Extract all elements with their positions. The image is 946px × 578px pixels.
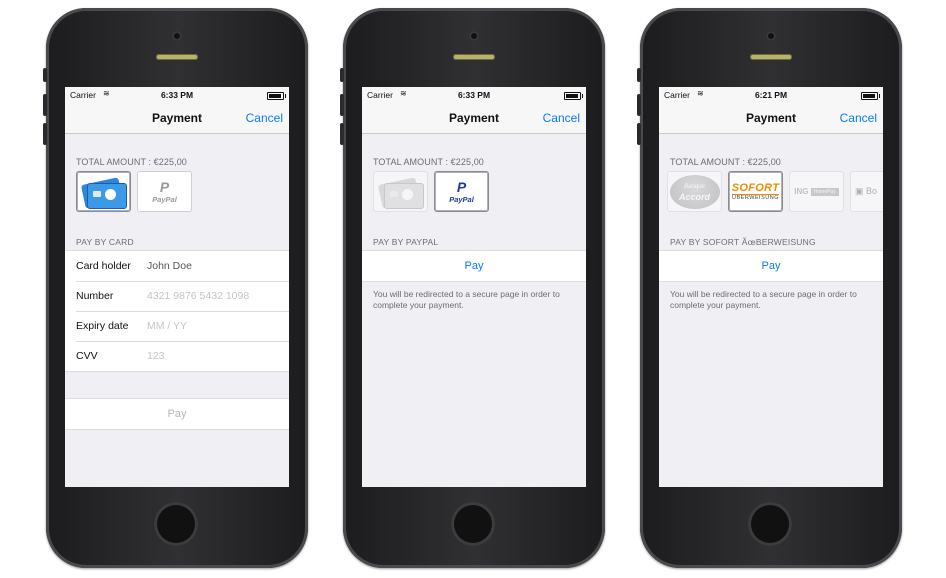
mute-switch — [340, 68, 344, 82]
method-credit-card[interactable] — [373, 171, 428, 212]
camera-icon — [172, 31, 182, 41]
volume-down-button — [340, 123, 344, 145]
field-label: Expiry date — [76, 320, 129, 332]
status-bar: Carrier ≋ 6:33 PM — [362, 87, 586, 103]
expiry-date-field[interactable]: Expiry date MM / YY — [65, 311, 289, 341]
other-bank-logo: ▣ Bo — [855, 186, 878, 196]
status-bar: Carrier ≋ 6:21 PM — [659, 87, 883, 103]
speaker-grille — [750, 54, 792, 60]
navigation-bar: Payment Cancel — [65, 103, 289, 134]
section-label: PAY BY PAYPAL — [373, 237, 439, 247]
card-form: Card holder John Doe Number 4321 9876 54… — [65, 250, 289, 372]
method-other[interactable]: ▣ Bo — [850, 171, 883, 212]
sofort-logo: SOFORT ÜBERWEISUNG — [731, 182, 780, 201]
paypal-logo: P PayPal — [152, 178, 177, 204]
expiry-date-placeholder[interactable]: MM / YY — [147, 320, 187, 332]
credit-card-icon — [377, 176, 424, 209]
method-sofort[interactable]: SOFORT ÜBERWEISUNG — [728, 171, 783, 212]
payment-method-picker: P PayPal — [76, 171, 192, 213]
total-amount: TOTAL AMOUNT : €225,00 — [76, 157, 187, 167]
home-button[interactable] — [154, 502, 198, 546]
credit-card-icon — [80, 176, 127, 209]
total-amount: TOTAL AMOUNT : €225,00 — [373, 157, 484, 167]
section-label: PAY BY CARD — [76, 237, 134, 247]
payment-method-picker: Banque Accord SOFORT ÜBERWEISUNG ING Home… — [667, 171, 883, 213]
mute-switch — [43, 68, 47, 82]
pay-button[interactable]: Pay — [659, 250, 883, 282]
phone-sofort: Carrier ≋ 6:21 PM Payment Cancel TOTAL A… — [637, 8, 902, 568]
screen: Carrier ≋ 6:21 PM Payment Cancel TOTAL A… — [659, 87, 883, 487]
speaker-grille — [156, 54, 198, 60]
battery-icon — [861, 92, 880, 100]
banque-accord-logo: Banque Accord — [669, 174, 720, 209]
card-holder-field[interactable]: Card holder John Doe — [65, 251, 289, 281]
camera-icon — [766, 31, 776, 41]
status-bar: Carrier ≋ 6:33 PM — [65, 87, 289, 103]
paypal-logo: P PayPal — [449, 178, 474, 204]
status-time: 6:33 PM — [457, 90, 491, 100]
total-amount: TOTAL AMOUNT : €225,00 — [670, 157, 781, 167]
speaker-grille — [453, 54, 495, 60]
pay-button[interactable]: Pay — [65, 398, 289, 430]
cvv-placeholder[interactable]: 123 — [147, 350, 165, 362]
screen: Carrier ≋ 6:33 PM Payment Cancel TOTAL A… — [65, 87, 289, 487]
card-number-field[interactable]: Number 4321 9876 5432 1098 — [65, 281, 289, 311]
volume-down-button — [43, 123, 47, 145]
cancel-button[interactable]: Cancel — [246, 111, 283, 125]
home-button[interactable] — [748, 502, 792, 546]
status-time: 6:33 PM — [160, 90, 194, 100]
status-time: 6:21 PM — [754, 90, 788, 100]
redirect-note: You will be redirected to a secure page … — [373, 289, 560, 310]
battery-icon — [564, 92, 583, 100]
cancel-button[interactable]: Cancel — [840, 111, 877, 125]
volume-down-button — [637, 123, 641, 145]
method-paypal[interactable]: P PayPal — [434, 171, 489, 212]
volume-up-button — [340, 94, 344, 116]
camera-icon — [469, 31, 479, 41]
method-banque-accord[interactable]: Banque Accord — [667, 171, 722, 212]
ing-logo: ING HomePay — [794, 187, 839, 196]
navigation-bar: Payment Cancel — [362, 103, 586, 134]
payment-method-picker: P PayPal — [373, 171, 489, 213]
navigation-bar: Payment Cancel — [659, 103, 883, 134]
redirect-note: You will be redirected to a secure page … — [670, 289, 857, 310]
card-number-placeholder[interactable]: 4321 9876 5432 1098 — [147, 290, 249, 302]
method-ing[interactable]: ING HomePay — [789, 171, 844, 212]
pay-button[interactable]: Pay — [362, 250, 586, 282]
field-label: CVV — [76, 350, 98, 362]
battery-icon — [267, 92, 286, 100]
section-label: PAY BY SOFORT ÃœBERWEISUNG — [670, 237, 816, 247]
cvv-field[interactable]: CVV 123 — [65, 341, 289, 371]
phone-paypal: Carrier ≋ 6:33 PM Payment Cancel TOTAL A… — [340, 8, 605, 568]
home-button[interactable] — [451, 502, 495, 546]
screen: Carrier ≋ 6:33 PM Payment Cancel TOTAL A… — [362, 87, 586, 487]
field-label: Card holder — [76, 260, 131, 272]
method-paypal[interactable]: P PayPal — [137, 171, 192, 212]
card-holder-value[interactable]: John Doe — [147, 260, 192, 272]
field-label: Number — [76, 290, 114, 302]
cancel-button[interactable]: Cancel — [543, 111, 580, 125]
method-credit-card[interactable] — [76, 171, 131, 212]
volume-up-button — [43, 94, 47, 116]
mute-switch — [637, 68, 641, 82]
phone-card: Carrier ≋ 6:33 PM Payment Cancel TOTAL A… — [43, 8, 308, 568]
volume-up-button — [637, 94, 641, 116]
